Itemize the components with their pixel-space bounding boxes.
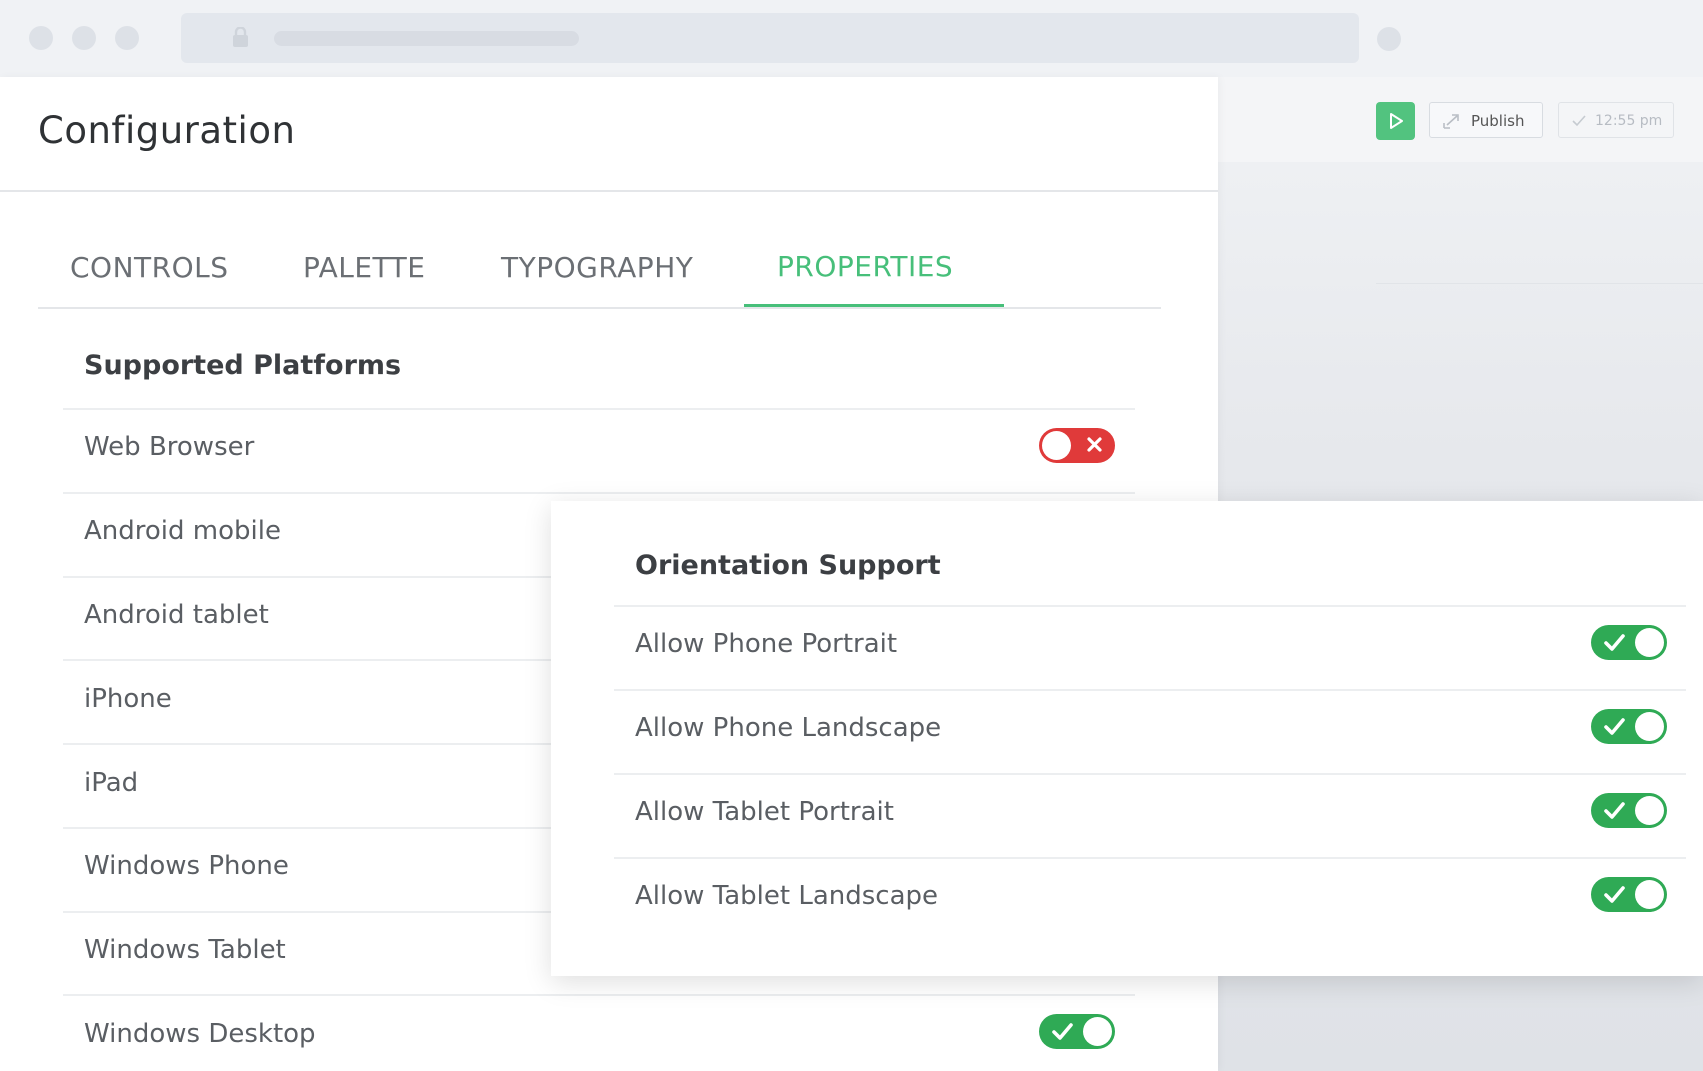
- app-toolbar: Publish 12:55 pm: [1218, 77, 1703, 162]
- phone-portrait-toggle[interactable]: [1591, 625, 1667, 660]
- browser-extension-dot[interactable]: [1377, 27, 1401, 51]
- row-divider: [63, 408, 1135, 410]
- platform-label-ipad: iPad: [84, 768, 139, 798]
- platform-label-windows-desktop: Windows Desktop: [84, 1019, 316, 1049]
- windows-desktop-toggle[interactable]: [1039, 1014, 1115, 1049]
- web-browser-toggle[interactable]: [1039, 428, 1115, 463]
- check-icon: [1604, 634, 1625, 651]
- check-icon: [1572, 115, 1586, 127]
- row-divider: [614, 689, 1686, 691]
- tab-controls[interactable]: CONTROLS: [70, 251, 229, 284]
- window-minimize-dot[interactable]: [72, 26, 96, 50]
- platform-label-iphone: iPhone: [84, 684, 172, 714]
- tablet-landscape-toggle[interactable]: [1591, 877, 1667, 912]
- row-divider: [614, 605, 1686, 607]
- orientation-support-card: Orientation Support Allow Phone Portrait…: [551, 501, 1703, 976]
- orientation-label-phone-portrait: Allow Phone Portrait: [635, 629, 898, 659]
- toggle-knob: [1635, 628, 1664, 657]
- publish-button[interactable]: Publish: [1429, 102, 1543, 138]
- browser-chrome: [0, 0, 1703, 77]
- toggle-knob: [1635, 796, 1664, 825]
- check-icon: [1604, 718, 1625, 735]
- active-tab-indicator: [744, 304, 1004, 307]
- platform-label-windows-phone: Windows Phone: [84, 851, 289, 881]
- toggle-knob: [1635, 880, 1664, 909]
- row-divider: [614, 773, 1686, 775]
- tablet-portrait-toggle[interactable]: [1591, 793, 1667, 828]
- address-bar[interactable]: [181, 13, 1359, 63]
- toggle-knob: [1083, 1017, 1112, 1046]
- tabs-baseline: [38, 307, 1161, 309]
- orientation-label-tablet-portrait: Allow Tablet Portrait: [635, 797, 894, 827]
- play-icon: [1390, 113, 1403, 129]
- publish-label: Publish: [1471, 112, 1525, 130]
- address-placeholder: [274, 31, 579, 46]
- tab-typography[interactable]: TYPOGRAPHY: [501, 251, 693, 284]
- row-divider: [63, 492, 1135, 494]
- platform-label-windows-tablet: Windows Tablet: [84, 935, 286, 965]
- check-icon: [1604, 886, 1625, 903]
- check-icon: [1052, 1023, 1073, 1040]
- row-divider: [63, 994, 1135, 996]
- saved-status-button[interactable]: 12:55 pm: [1558, 102, 1674, 138]
- canvas-divider: [1376, 283, 1703, 284]
- phone-landscape-toggle[interactable]: [1591, 709, 1667, 744]
- tab-properties[interactable]: PROPERTIES: [777, 250, 953, 283]
- publish-icon: [1443, 114, 1459, 129]
- platform-label-web-browser: Web Browser: [84, 432, 255, 462]
- page-title: Configuration: [38, 109, 296, 152]
- saved-time: 12:55 pm: [1595, 113, 1663, 129]
- close-icon: [1087, 437, 1102, 452]
- preview-play-button[interactable]: [1376, 102, 1415, 140]
- orientation-label-phone-landscape: Allow Phone Landscape: [635, 713, 942, 743]
- window-close-dot[interactable]: [29, 26, 53, 50]
- supported-platforms-title: Supported Platforms: [84, 350, 402, 381]
- window-maximize-dot[interactable]: [115, 26, 139, 50]
- configuration-header: Configuration: [0, 77, 1218, 192]
- platform-label-android-mobile: Android mobile: [84, 516, 281, 546]
- orientation-support-title: Orientation Support: [635, 550, 941, 581]
- lock-icon: [233, 27, 248, 47]
- orientation-label-tablet-landscape: Allow Tablet Landscape: [635, 881, 939, 911]
- toggle-knob: [1635, 712, 1664, 741]
- platform-label-android-tablet: Android tablet: [84, 600, 269, 630]
- tab-palette[interactable]: PALETTE: [303, 251, 425, 284]
- check-icon: [1604, 802, 1625, 819]
- toggle-knob: [1042, 431, 1071, 460]
- row-divider: [614, 857, 1686, 859]
